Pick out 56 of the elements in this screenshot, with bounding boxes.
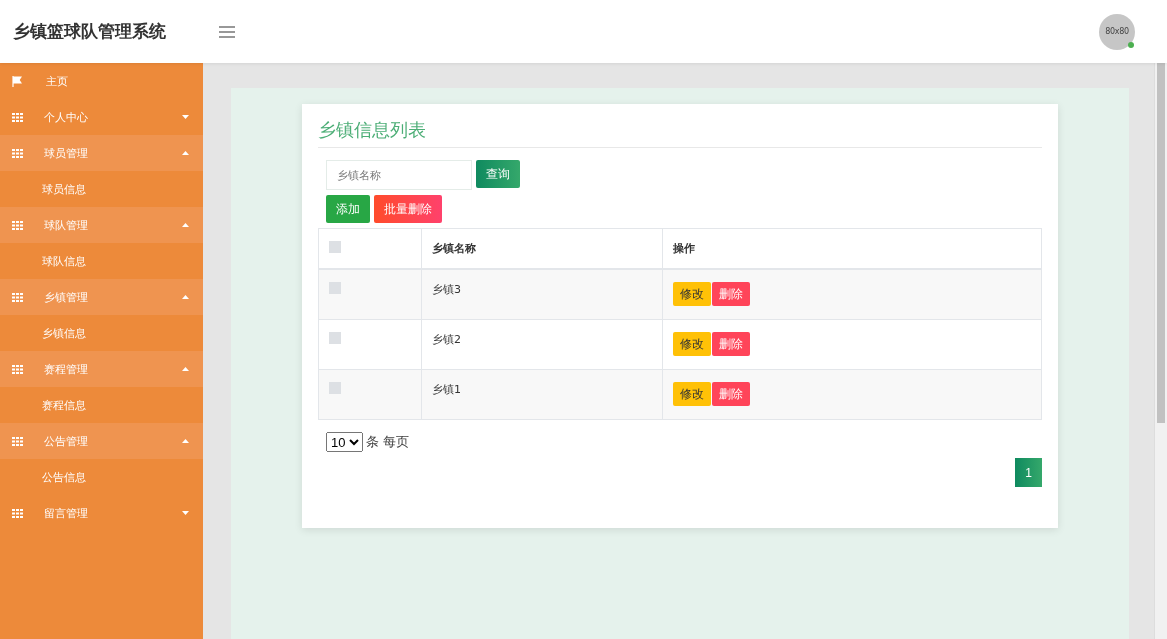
edit-button[interactable]: 修改 [673,382,711,406]
flag-icon [12,75,22,87]
grid-icon [12,508,23,518]
grid-icon [12,220,23,230]
edit-button[interactable]: 修改 [673,282,711,306]
sidebar-item[interactable]: 个人中心 [0,99,203,135]
grid-icon [12,436,23,446]
page-size-select[interactable]: 10 [326,432,363,452]
column-header: 操作 [673,242,695,255]
menu-icon[interactable] [219,25,235,38]
sidebar-subitem[interactable]: 乡镇信息 [0,315,203,351]
table-cell: 乡镇1 [432,383,461,396]
app-title: 乡镇篮球队管理系统 [13,20,166,43]
caret-up-icon [182,439,189,443]
avatar[interactable]: 80x80 [1099,13,1135,50]
delete-button[interactable]: 删除 [712,282,750,306]
edit-button[interactable]: 修改 [673,332,711,356]
sidebar-item[interactable]: 留言管理 [0,495,203,531]
card-title: 乡镇信息列表 [318,118,1042,148]
sidebar-item[interactable]: 球队管理 [0,207,203,243]
row-checkbox[interactable] [329,332,341,344]
row-checkbox[interactable] [329,382,341,394]
caret-up-icon [182,151,189,155]
batch-delete-button[interactable]: 批量删除 [374,195,442,223]
search-field[interactable]: 乡镇名称 [326,160,472,190]
sidebar-item[interactable]: 主页 [0,63,203,99]
grid-icon [12,148,23,158]
grid-icon [12,364,23,374]
row-checkbox[interactable] [329,282,341,294]
grid-icon [12,112,23,122]
add-button[interactable]: 添加 [326,195,370,223]
page-size-label: 条 每页 [366,433,410,451]
delete-button[interactable]: 删除 [712,382,750,406]
caret-up-icon [182,295,189,299]
caret-up-icon [182,223,189,227]
page-button[interactable]: 1 [1015,458,1042,487]
sidebar-subitem[interactable]: 球队信息 [0,243,203,279]
table-cell: 乡镇2 [432,333,461,346]
select-all-checkbox[interactable] [329,241,341,253]
caret-down-icon [182,115,189,119]
sidebar-item[interactable]: 公告管理 [0,423,203,459]
sidebar-subitem[interactable]: 赛程信息 [0,387,203,423]
sidebar-item[interactable]: 赛程管理 [0,351,203,387]
scrollbar[interactable] [1154,63,1167,639]
search-button[interactable]: 查询 [476,160,520,188]
column-header: 乡镇名称 [432,242,476,255]
caret-down-icon [182,511,189,515]
sidebar-subitem[interactable]: 球员信息 [0,171,203,207]
grid-icon [12,292,23,302]
caret-up-icon [182,367,189,371]
sidebar-item[interactable]: 乡镇管理 [0,279,203,315]
avatar-label: 80x80 [1105,27,1129,36]
delete-button[interactable]: 删除 [712,332,750,356]
table-cell: 乡镇3 [432,283,461,296]
sidebar-item[interactable]: 球员管理 [0,135,203,171]
sidebar-subitem[interactable]: 公告信息 [0,459,203,495]
